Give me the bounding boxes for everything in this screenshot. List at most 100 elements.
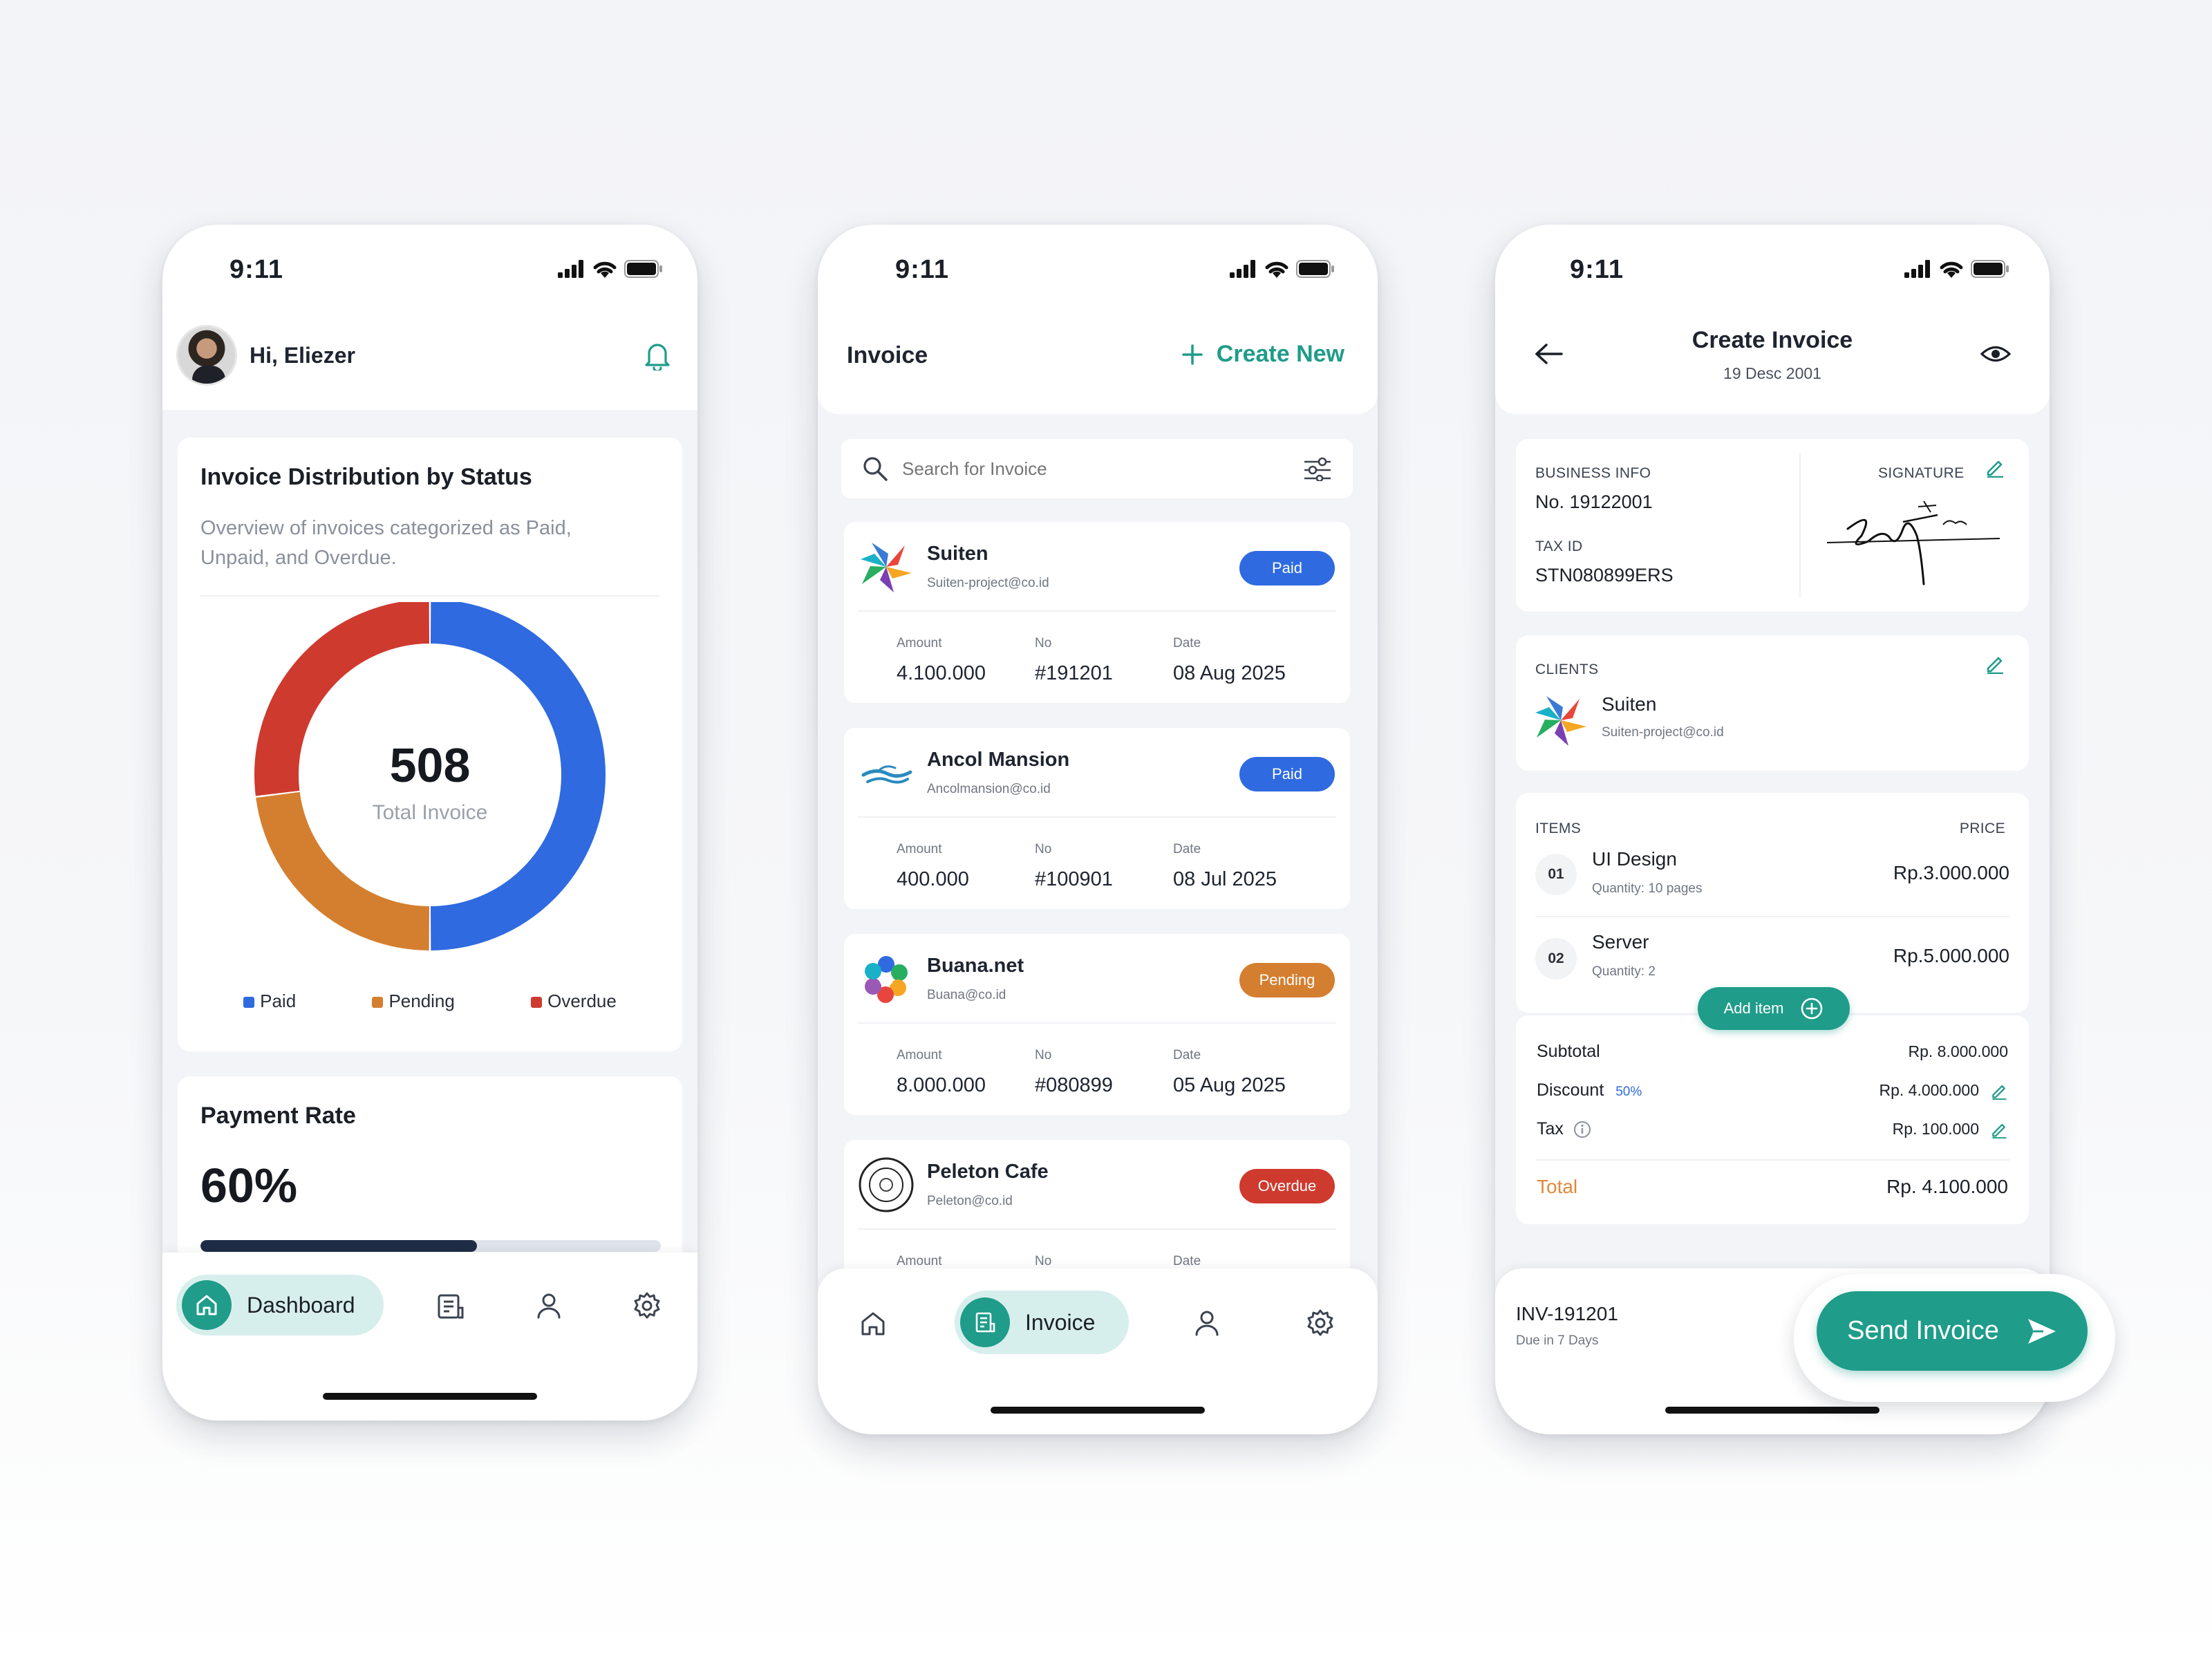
- item-quantity: Quantity: 2: [1592, 964, 1656, 979]
- date-field: Date 08 Aug 2025: [1173, 636, 1286, 685]
- donut-chart: 508 Total Invoice: [254, 602, 606, 950]
- number-label: No: [1035, 636, 1052, 650]
- edit-icon[interactable]: [1985, 457, 2005, 478]
- signature-image: [1826, 500, 2000, 585]
- invoice-card[interactable]: Ancol Mansion Ancolmansion@co.id Paid Am…: [844, 728, 1350, 909]
- home-indicator: [1665, 1407, 1880, 1414]
- client-name: Buana.net: [927, 955, 1024, 977]
- home-indicator: [991, 1407, 1205, 1414]
- discount-row: Discount 50% Rp. 4.000.000: [1537, 1080, 2008, 1100]
- amount-label: Amount: [897, 842, 942, 856]
- amount-field: Amount: [897, 1254, 941, 1269]
- payment-rate-value: 60%: [200, 1159, 298, 1212]
- divider: [1535, 916, 2009, 917]
- bottom-nav: Invoice: [818, 1268, 1378, 1434]
- number-label: No: [1035, 1048, 1052, 1062]
- clients-card: CLIENTS Suiten Suiten-project@co.id: [1516, 635, 2029, 771]
- distribution-card: Invoice Distribution by Status Overview …: [178, 438, 682, 1051]
- gear-icon[interactable]: [632, 1291, 662, 1320]
- edit-icon[interactable]: [1985, 653, 2005, 674]
- avatar[interactable]: [176, 325, 237, 386]
- amount-field: Amount 400.000: [897, 842, 969, 891]
- status-time: 9:11: [895, 255, 949, 284]
- eye-icon[interactable]: [1980, 344, 2011, 364]
- search-input[interactable]: [902, 458, 1289, 480]
- gear-icon[interactable]: [1306, 1309, 1335, 1338]
- divider: [858, 816, 1336, 818]
- tax-label: Tax: [1537, 1119, 1564, 1138]
- invoice-date: 19 Desc 2001: [1723, 364, 1821, 382]
- total-label: Total: [1537, 1176, 1578, 1197]
- tax-id-value: STN080899ERS: [1535, 565, 1674, 585]
- total-value: Rp. 4.100.000: [1886, 1176, 2008, 1197]
- number-value: #080899: [1035, 1074, 1113, 1096]
- send-invoice-label: Send Invoice: [1847, 1316, 1999, 1345]
- invoice-card[interactable]: Suiten Suiten-project@co.id Paid Amount 4…: [844, 522, 1350, 703]
- legend-label: Paid: [260, 991, 297, 1011]
- nav-invoice-label: Invoice: [1025, 1309, 1096, 1335]
- create-new-label: Create New: [1216, 341, 1344, 367]
- invoice-icon[interactable]: [436, 1293, 464, 1320]
- legend-overdue: Overdue: [531, 991, 617, 1012]
- nav-invoice[interactable]: Invoice: [955, 1291, 1129, 1354]
- send-invoice-container: Send Invoice: [1794, 1274, 2115, 1402]
- status-badge: Overdue: [1239, 1169, 1335, 1203]
- divider: [200, 595, 659, 597]
- business-info-label: BUSINESS INFO: [1535, 465, 1651, 481]
- profile-icon[interactable]: [534, 1291, 563, 1320]
- item-price: Rp.5.000.000: [1893, 945, 2009, 966]
- nav-dashboard-label: Dashboard: [247, 1292, 355, 1318]
- edit-icon[interactable]: [1990, 1121, 2008, 1138]
- home-icon[interactable]: [859, 1310, 887, 1338]
- profile-icon[interactable]: [1192, 1309, 1221, 1338]
- send-invoice-button[interactable]: Send Invoice: [1817, 1291, 2088, 1371]
- items-card: ITEMS PRICE 01 UI Design Quantity: 10 pa…: [1516, 793, 2029, 1013]
- info-icon[interactable]: [1573, 1121, 1591, 1138]
- divider: [858, 610, 1336, 612]
- edit-icon[interactable]: [1990, 1082, 2008, 1100]
- suiten-logo-icon: [1535, 696, 1586, 746]
- status-badge: Pending: [1239, 963, 1335, 997]
- number-label: No: [1035, 1254, 1052, 1268]
- date-value: 08 Jul 2025: [1173, 868, 1277, 890]
- status-badge: Paid: [1239, 757, 1335, 791]
- number-field: No: [1035, 1254, 1051, 1269]
- subtotal-value: Rp. 8.000.000: [1908, 1042, 2008, 1060]
- date-value: 05 Aug 2025: [1173, 1074, 1286, 1096]
- date-label: Date: [1173, 636, 1201, 650]
- page-title: Create Invoice: [1691, 327, 1853, 353]
- wifi-icon: [1940, 261, 1963, 278]
- date-label: Date: [1173, 1254, 1201, 1268]
- divider: [1535, 1159, 2009, 1161]
- amount-value: 4.100.000: [897, 662, 986, 684]
- discount-percent[interactable]: 50%: [1615, 1085, 1642, 1099]
- status-icons: [1904, 259, 2009, 279]
- suiten-logo-icon: [861, 543, 912, 592]
- number-field: No #191201: [1035, 636, 1113, 685]
- client-email: Ancolmansion@co.id: [927, 782, 1051, 796]
- business-info-card: BUSINESS INFO No. 19122001 TAX ID STN080…: [1516, 439, 2029, 612]
- chart-legend: Paid Pending Overdue: [178, 991, 682, 1012]
- item-price: Rp.3.000.000: [1893, 862, 2009, 883]
- amount-field: Amount 4.100.000: [897, 636, 986, 685]
- client-name: Peleton Cafe: [927, 1161, 1049, 1183]
- amount-label: Amount: [897, 1254, 942, 1268]
- invoice-id: INV-191201: [1516, 1303, 1618, 1324]
- nav-dashboard[interactable]: Dashboard: [176, 1275, 384, 1335]
- add-item-button[interactable]: Add item: [1698, 987, 1850, 1030]
- item-index: 02: [1535, 938, 1577, 980]
- invoice-list-screen: 9:11 Invoice Create New Suiten Suiten-pr…: [818, 225, 1378, 1434]
- due-text: Due in 7 Days: [1516, 1333, 1599, 1348]
- invoice-card[interactable]: Buana.net Buana@co.id Pending Amount 8.00…: [844, 934, 1350, 1115]
- ancol-logo-icon: [861, 765, 912, 784]
- page-title: Invoice: [847, 342, 928, 368]
- payment-rate-fill: [200, 1240, 477, 1252]
- bell-icon[interactable]: [644, 340, 671, 371]
- client-email: Buana@co.id: [927, 988, 1006, 1002]
- legend-label: Pending: [388, 991, 455, 1011]
- wifi-icon: [1265, 261, 1288, 278]
- greeting-text: Hi, Eliezer: [250, 342, 355, 368]
- invoice-header: 9:11 Invoice Create New: [818, 225, 1378, 414]
- create-new-button[interactable]: Create New: [1182, 341, 1344, 368]
- filter-icon[interactable]: [1303, 456, 1332, 481]
